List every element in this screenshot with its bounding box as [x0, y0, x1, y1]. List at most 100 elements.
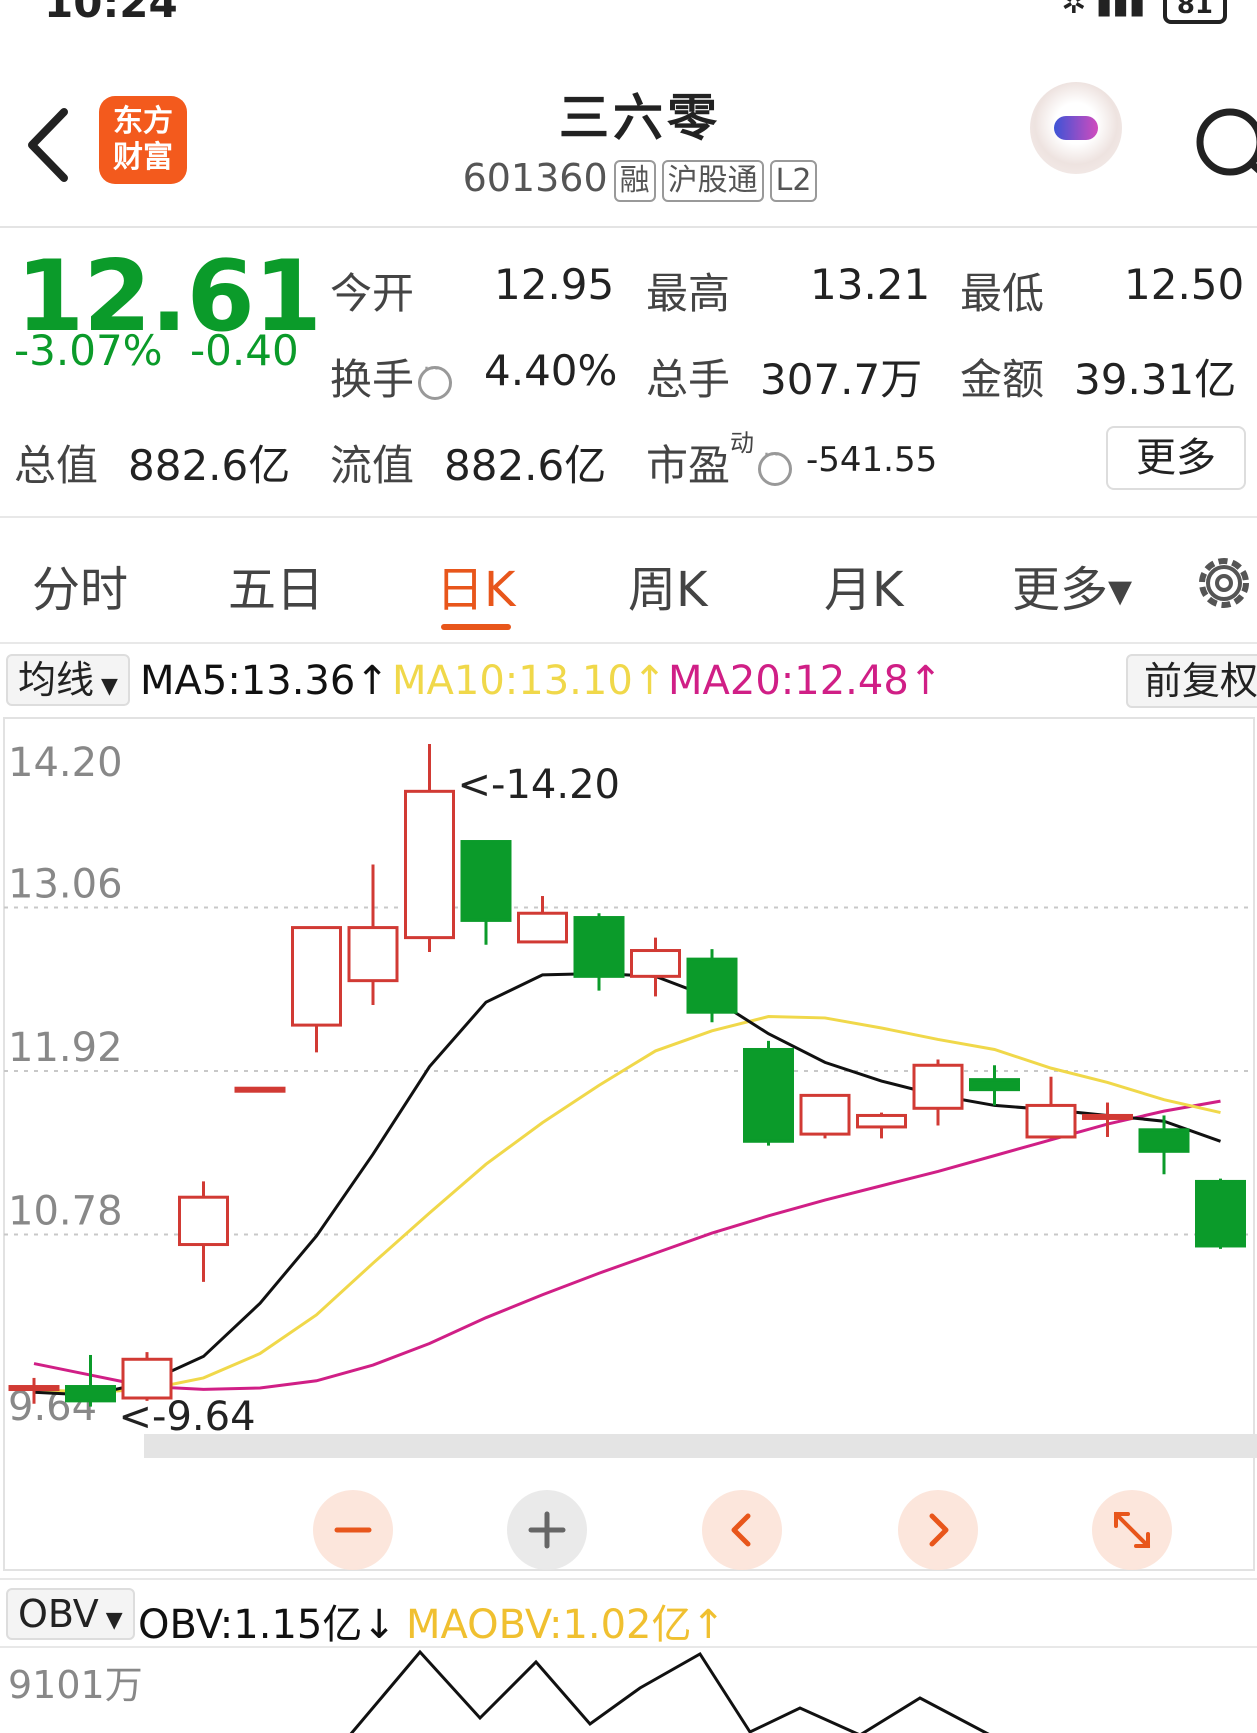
tab-more[interactable]: 更多▾: [1012, 550, 1132, 620]
tab-five-day[interactable]: 五日: [228, 550, 324, 620]
plus-icon: [528, 1511, 566, 1549]
chevron-left-icon: [731, 1513, 751, 1547]
turnover-label-text: 换手: [330, 355, 415, 404]
pe-label: 市盈动: [646, 429, 796, 493]
obv-value: OBV:1.15亿↓: [138, 1602, 396, 1648]
zoom-in-button[interactable]: [507, 1490, 587, 1570]
stock-code-row: 601360 融沪股通 L2: [360, 156, 920, 202]
logo-text-line1: 东方: [113, 104, 173, 139]
ma10-value: MA10:13.10↑: [392, 658, 667, 704]
candle-body: [912, 1063, 964, 1110]
candle-body: [573, 916, 625, 978]
info-icon[interactable]: [418, 357, 453, 400]
change-amount: -0.40: [190, 326, 299, 375]
scroll-left-button[interactable]: [702, 1490, 782, 1570]
candle-body: [743, 1047, 794, 1143]
tab-intraday[interactable]: 分时: [32, 550, 128, 620]
info-icon[interactable]: [758, 443, 793, 486]
pe-value: -541.55: [806, 440, 938, 480]
y-tick-label: 11.92: [8, 1025, 123, 1071]
kline-svg: 14.2013.0611.9210.789.64<-14.20<-9.64: [3, 717, 1257, 1571]
stock-title: 三六零 601360 融沪股通 L2: [360, 78, 920, 202]
candle-body: [630, 949, 681, 978]
settings-button[interactable]: [1192, 550, 1257, 616]
obv-chart[interactable]: 9101万: [0, 1646, 1257, 1733]
ma-dropdown[interactable]: 均线 ▼: [6, 654, 130, 706]
candle-body: [517, 911, 568, 944]
high-value: 13.21: [810, 260, 931, 309]
caret-down-icon: ▼: [98, 1608, 123, 1633]
total-mv-value: 882.6亿: [128, 441, 291, 490]
gear-icon: [1199, 558, 1249, 608]
candle-body: [121, 1357, 173, 1400]
ma-indicator-row: 均线 ▼ MA5:13.36↑ MA10:13.10↑ MA20:12.48↑ …: [0, 648, 1257, 714]
status-bar: 10:24 ✲ ▮▮▮ 81: [0, 0, 1257, 40]
signal-icon: ✲ ▮▮▮: [1061, 0, 1146, 21]
turnover-label: 换手: [330, 346, 456, 407]
back-button[interactable]: [20, 100, 80, 190]
active-tab-indicator: [441, 624, 511, 630]
max-price-label: <-14.20: [458, 762, 620, 808]
stock-name: 三六零: [559, 89, 721, 147]
quote-panel: 12.61 -3.07% -0.40 今开 12.95 最高 13.21 最低 …: [0, 230, 1257, 518]
maobv-value: MAOBV:1.02亿↑: [406, 1602, 726, 1648]
caret-down-icon: ▼: [94, 674, 118, 699]
tag-connect: 沪股通: [661, 159, 764, 202]
candle-body: [65, 1385, 116, 1403]
minus-icon: [334, 1527, 372, 1533]
tag-l2: L2: [769, 159, 818, 202]
ma5-value: MA5:13.36↑: [140, 658, 389, 704]
logo-text-line2: 财富: [113, 140, 173, 175]
battery-icon: 81: [1162, 0, 1227, 24]
chevron-right-icon: [929, 1513, 949, 1547]
low-value: 12.50: [1124, 260, 1245, 309]
candle-body: [347, 926, 399, 983]
candle-body: [460, 840, 512, 922]
stock-code: 601360: [462, 156, 608, 200]
obv-dropdown[interactable]: OBV ▼: [6, 1588, 135, 1640]
total-mv-label: 总值: [14, 441, 99, 490]
amount-value: 39.31亿: [1074, 355, 1237, 404]
status-time: 10:24: [44, 0, 178, 27]
tab-daily-k[interactable]: 日K: [436, 550, 515, 620]
ma20-value: MA20:12.48↑: [668, 658, 943, 704]
y-tick-label: 14.20: [8, 740, 123, 786]
adjust-button[interactable]: 前复权: [1126, 654, 1257, 708]
candle-body: [1082, 1113, 1133, 1120]
candle-body: [291, 926, 342, 1027]
candle-body: [799, 1093, 851, 1136]
obv-dropdown-label: OBV: [18, 1592, 99, 1636]
candle-body: [178, 1195, 229, 1247]
zoom-out-button[interactable]: [313, 1490, 393, 1570]
pe-superscript: 动: [730, 429, 755, 457]
ma5-line: [33, 971, 1222, 1397]
kline-chart[interactable]: 14.20 13.06 11.92 10.78 9.64 <-14.20 <-9.64: [0, 716, 1257, 1572]
volume-value: 307.7万: [760, 355, 923, 404]
more-button[interactable]: 更多: [1106, 426, 1246, 490]
candle-body: [1195, 1179, 1246, 1248]
tab-monthly-k[interactable]: 月K: [824, 550, 903, 620]
y-tick-label: 10.78: [8, 1189, 123, 1235]
scroll-right-button[interactable]: [898, 1490, 978, 1570]
candle-body: [1025, 1103, 1077, 1139]
app-logo: 东方 财富: [99, 96, 187, 184]
candle-body: [404, 789, 455, 940]
candle-body: [234, 1086, 286, 1093]
pe-label-text: 市盈: [646, 441, 731, 490]
status-icons: ✲ ▮▮▮ 81: [1061, 0, 1227, 24]
candle-body: [8, 1385, 60, 1392]
float-mv-label: 流值: [330, 441, 415, 490]
expand-icon: [1114, 1512, 1150, 1548]
open-label: 今开: [330, 269, 415, 318]
candle-body: [686, 957, 738, 1014]
assistant-robot-icon[interactable]: [1030, 82, 1122, 174]
turnover-value: 4.40%: [484, 346, 618, 395]
tab-weekly-k[interactable]: 周K: [628, 550, 707, 620]
chevron-left-icon: [28, 108, 68, 182]
volume-label: 总手: [646, 355, 731, 404]
ma-dropdown-label: 均线: [18, 658, 95, 702]
change-percent: -3.07%: [14, 326, 163, 375]
y-tick-label: 13.06: [8, 862, 123, 908]
fullscreen-button[interactable]: [1092, 1490, 1172, 1570]
search-button[interactable]: [1190, 98, 1257, 188]
